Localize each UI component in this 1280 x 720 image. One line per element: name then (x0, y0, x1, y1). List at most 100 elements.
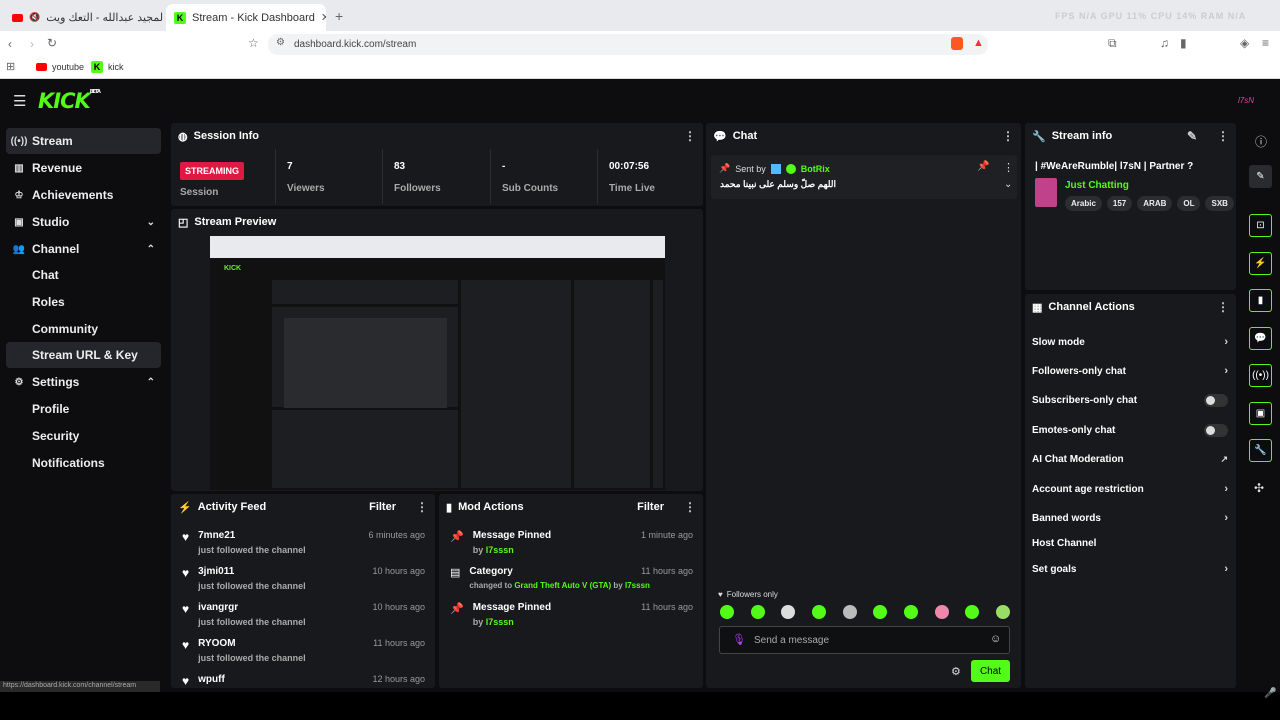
media-icon[interactable]: ♫ (1160, 36, 1169, 50)
pin-toggle-icon[interactable]: 📌 (977, 161, 989, 172)
chevron-down-icon[interactable]: ⌄ (1004, 179, 1012, 190)
more-icon[interactable]: ⋮ (1003, 161, 1014, 174)
filter-button[interactable]: Filter (369, 501, 396, 513)
list-item: ♥ 3jmi011 just followed the channel 10 ho… (182, 566, 425, 591)
activity-widget-icon[interactable]: ⚡ (1249, 252, 1272, 275)
mod-actions-panel: ▮ Mod Actions Filter ⋮ 📌 Message Pinned by l… (439, 494, 703, 688)
sidebar-item-roles[interactable]: Roles (6, 289, 161, 315)
sidebar-item-profile[interactable]: Profile (6, 396, 161, 422)
emote-icon[interactable] (842, 605, 857, 619)
vpn-icon[interactable]: ◈ (1240, 36, 1249, 50)
mic-icon[interactable]: 🎙 (732, 633, 746, 646)
emote-icon[interactable] (903, 605, 918, 619)
forward-icon[interactable]: › (30, 37, 34, 51)
extensions-icon[interactable]: ⧉ (1108, 36, 1117, 51)
broadcast-widget-icon[interactable]: ((•)) (1249, 364, 1272, 387)
rewards-icon[interactable]: ▲ (973, 37, 984, 49)
session-widget-icon[interactable]: ⊡ (1249, 214, 1272, 237)
mute-icon[interactable]: 🔇 (29, 12, 40, 23)
sidebar-item-chat[interactable]: Chat (6, 262, 161, 288)
youtube-icon (36, 63, 47, 71)
browser-tab-kick[interactable]: K Stream - Kick Dashboard ✕ (166, 4, 326, 31)
more-icon[interactable]: ⋮ (684, 500, 696, 514)
sidebar-item-notifications[interactable]: Notifications (6, 450, 161, 476)
emote-icon[interactable] (811, 605, 826, 619)
chat-widget-icon[interactable]: 💬 (1249, 327, 1272, 350)
kick-logo[interactable]: KICKBETA (38, 89, 101, 113)
mic-icon[interactable]: 🎤 (1264, 688, 1276, 699)
sidebar-item-revenue[interactable]: ▥ Revenue (6, 155, 161, 181)
sidebar-item-achievements[interactable]: ♔ Achievements (6, 182, 161, 208)
bookmark-youtube[interactable]: youtube (36, 62, 84, 72)
user-avatar[interactable]: l7sN (1238, 96, 1254, 105)
emote-icon[interactable] (873, 605, 888, 619)
add-widget-icon[interactable]: ✣ (1254, 481, 1264, 495)
more-icon[interactable]: ⋮ (684, 129, 696, 143)
more-icon[interactable]: ⋮ (1217, 129, 1229, 143)
new-tab-icon[interactable]: + (335, 8, 343, 24)
sidebar-item-channel[interactable]: 👥 Channel ⌃ (6, 236, 161, 262)
tag-list: Arabic 157 ARAB OL SXB (1065, 196, 1234, 211)
sidebar-toggle-icon[interactable]: ▮ (1180, 36, 1187, 50)
emote-icon[interactable] (750, 605, 765, 619)
site-info-icon[interactable]: ⚙ (276, 37, 285, 48)
edit-layout-icon[interactable]: ✎ (1249, 165, 1272, 188)
reload-icon[interactable]: ↻ (47, 36, 57, 50)
url-text[interactable]: dashboard.kick.com/stream (294, 39, 416, 50)
brave-shield-icon[interactable] (951, 37, 963, 50)
filter-button[interactable]: Filter (637, 501, 664, 513)
address-bar[interactable]: ⚙ dashboard.kick.com/stream ▲ (268, 34, 988, 55)
apps-icon[interactable]: ⊞ (6, 60, 15, 73)
menu-icon[interactable]: ≡ (1262, 36, 1269, 50)
bookmark-kick[interactable]: Kkick (91, 61, 124, 73)
followers-only-row[interactable]: Followers-only chat › (1032, 361, 1228, 381)
info-icon[interactable]: ⓘ (1255, 133, 1267, 150)
chat-input[interactable]: 🎙 Send a message ☺ (719, 626, 1010, 654)
stream-preview-video[interactable]: KICK (210, 236, 665, 490)
browser-tab-youtube[interactable]: 🔇 (49) عبدالمجيد عبدالله - التعك ويت (4, 4, 164, 31)
slow-mode-row[interactable]: Slow mode › (1032, 332, 1228, 352)
broadcast-icon: ((•)) (10, 135, 28, 147)
stream-info-widget-icon[interactable]: 🔧 (1249, 439, 1272, 462)
bookmark-icon[interactable]: ☆ (248, 36, 259, 50)
list-item: 📌 Message Pinned by l7sssn 1 minute ago (450, 530, 693, 555)
kick-favicon-icon: K (91, 61, 103, 73)
sidebar-item-community[interactable]: Community (6, 316, 161, 342)
subscribers-only-toggle[interactable] (1204, 393, 1228, 407)
emote-icon[interactable] (965, 605, 980, 619)
emote-icon[interactable] (934, 605, 949, 619)
more-icon[interactable]: ⋮ (1002, 129, 1014, 143)
sidebar-item-settings[interactable]: ⚙ Settings ⌃ (6, 369, 161, 395)
chat-settings-icon[interactable]: ⚙ (951, 665, 961, 678)
emote-icon[interactable] (995, 605, 1010, 619)
emote-icon[interactable] (781, 605, 796, 619)
heart-icon: ♥ (182, 602, 190, 616)
category-link[interactable]: Just Chatting (1065, 180, 1129, 191)
emoji-icon[interactable]: ☺ (990, 633, 1001, 645)
close-icon[interactable]: ✕ (321, 11, 326, 24)
sidebar-item-security[interactable]: Security (6, 423, 161, 449)
emotes-only-toggle[interactable] (1204, 423, 1228, 437)
time-live: 00:07:56 (609, 161, 650, 172)
banned-words-row[interactable]: Banned words › (1032, 508, 1228, 528)
edit-icon[interactable]: ✎ (1187, 129, 1197, 143)
preview-widget-icon[interactable]: ▣ (1249, 402, 1272, 425)
set-goals-row[interactable]: Set goals › (1032, 559, 1228, 579)
bolt-icon: ⚡ (178, 501, 192, 514)
host-channel-row[interactable]: Host Channel (1032, 533, 1228, 553)
more-icon[interactable]: ⋮ (1217, 300, 1229, 314)
kick-favicon-icon: K (174, 11, 186, 24)
more-icon[interactable]: ⋮ (416, 500, 428, 514)
emote-icon[interactable] (720, 605, 734, 619)
back-icon[interactable]: ‹ (8, 37, 12, 51)
hamburger-menu-icon[interactable]: ☰ (13, 92, 26, 110)
ai-moderation-row[interactable]: AI Chat Moderation ↗ (1032, 449, 1228, 469)
list-item: ♥ ivangrgr just followed the channel 10 h… (182, 602, 425, 627)
send-chat-button[interactable]: Chat (971, 660, 1010, 682)
account-age-row[interactable]: Account age restriction › (1032, 479, 1228, 499)
chevron-right-icon: › (1224, 483, 1228, 495)
sidebar-item-stream[interactable]: ((•)) Stream (6, 128, 161, 154)
sidebar-item-studio[interactable]: ▣ Studio ⌄ (6, 209, 161, 235)
sidebar-item-stream-url-key[interactable]: Stream URL & Key (6, 342, 161, 368)
mod-widget-icon[interactable]: ▮ (1249, 289, 1272, 312)
